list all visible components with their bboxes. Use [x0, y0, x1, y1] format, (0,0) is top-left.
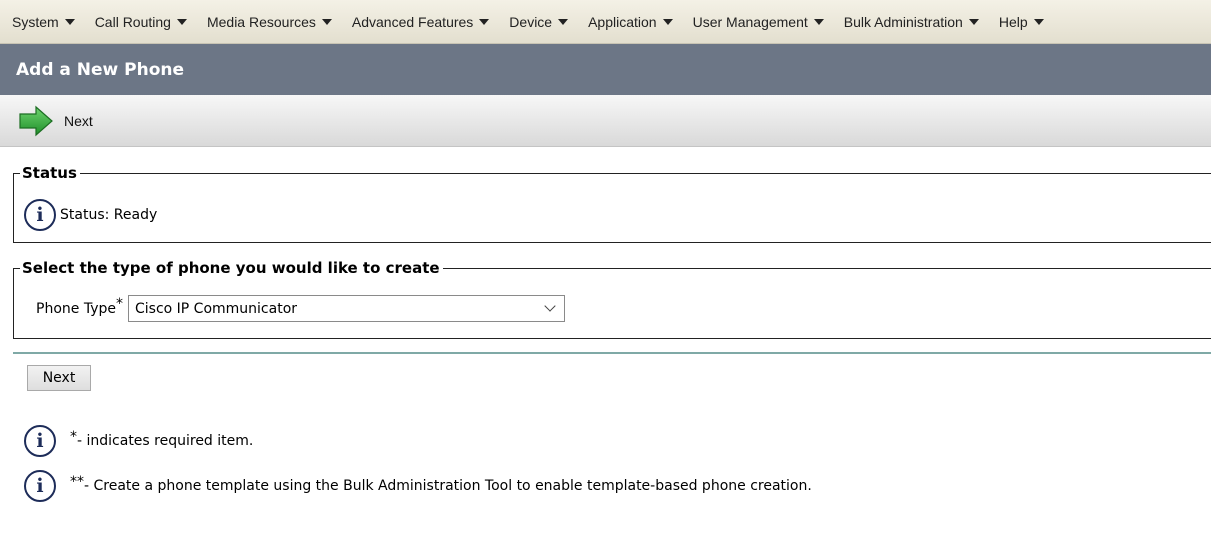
caret-down-icon [558, 18, 569, 25]
menu-bulk-administration-label: Bulk Administration [843, 13, 963, 30]
caret-down-icon [64, 18, 75, 25]
info-icon: i [24, 199, 56, 231]
status-text: Status: Ready [60, 207, 158, 223]
caret-down-icon [968, 18, 979, 25]
phone-type-select[interactable]: Cisco IP Communicator [127, 295, 565, 322]
toolbar-next-label: Next [64, 112, 93, 129]
toolbar-next-button[interactable]: Next [18, 105, 93, 137]
note-body: - Create a phone template using the Bulk… [84, 478, 812, 494]
note-marker: ** [70, 474, 84, 490]
menu-application-label: Application [588, 13, 657, 30]
caret-down-icon [321, 18, 332, 25]
info-icon: i [24, 425, 56, 457]
phone-type-label: Phone Type [36, 300, 116, 317]
toolbar: Next [0, 95, 1211, 147]
phone-type-selected-value: Cisco IP Communicator [134, 300, 298, 317]
info-icon: i [24, 470, 56, 502]
caret-down-icon [662, 18, 673, 25]
caret-down-icon [479, 18, 490, 25]
note-body: - indicates required item. [77, 433, 254, 449]
status-section: Status i Status: Ready [13, 164, 1211, 243]
menu-device-label: Device [509, 13, 553, 30]
menu-help-label: Help [998, 13, 1028, 30]
menu-media-resources[interactable]: Media Resources [207, 14, 332, 30]
status-row: i Status: Ready [24, 199, 157, 231]
menu-system-label: System [12, 13, 59, 30]
menu-call-routing-label: Call Routing [94, 13, 171, 30]
menu-media-resources-label: Media Resources [206, 13, 316, 30]
caret-down-icon [176, 18, 187, 25]
caret-down-icon [813, 18, 824, 25]
menu-call-routing[interactable]: Call Routing [95, 14, 187, 30]
menu-device[interactable]: Device [509, 13, 569, 30]
note-marker: * [70, 429, 77, 445]
phone-type-row: Phone Type * Cisco IP Communicator [36, 295, 565, 322]
menu-application[interactable]: Application [588, 14, 673, 30]
required-note: i *- indicates required item. [24, 425, 253, 457]
menu-bulk-administration[interactable]: Bulk Administration [844, 14, 979, 30]
phone-type-section: Select the type of phone you would like … [13, 259, 1211, 339]
menu-system[interactable]: System [12, 14, 75, 30]
menu-help[interactable]: Help [999, 14, 1044, 30]
required-marker: * [115, 295, 123, 312]
menu-advanced-features[interactable]: Advanced Features [351, 13, 490, 30]
green-arrow-right-icon [19, 105, 53, 136]
template-note-text: **- Create a phone template using the Bu… [70, 474, 812, 494]
section-divider [13, 352, 1211, 354]
chevron-down-icon [544, 300, 556, 312]
page-title-bar: Add a New Phone [0, 44, 1211, 95]
caret-down-icon [1033, 18, 1044, 25]
required-note-text: *- indicates required item. [70, 429, 254, 449]
page-title: Add a New Phone [16, 59, 185, 80]
menu-user-management[interactable]: User Management [693, 14, 824, 30]
menu-advanced-features-label: Advanced Features [351, 13, 474, 30]
phone-type-legend: Select the type of phone you would like … [20, 259, 443, 277]
template-note: i **- Create a phone template using the … [24, 470, 812, 502]
next-button[interactable]: Next [27, 365, 91, 391]
status-legend: Status [20, 164, 80, 182]
main-menu-bar: System Call Routing Media Resources Adva… [0, 0, 1211, 44]
menu-user-management-label: User Management [692, 13, 808, 30]
